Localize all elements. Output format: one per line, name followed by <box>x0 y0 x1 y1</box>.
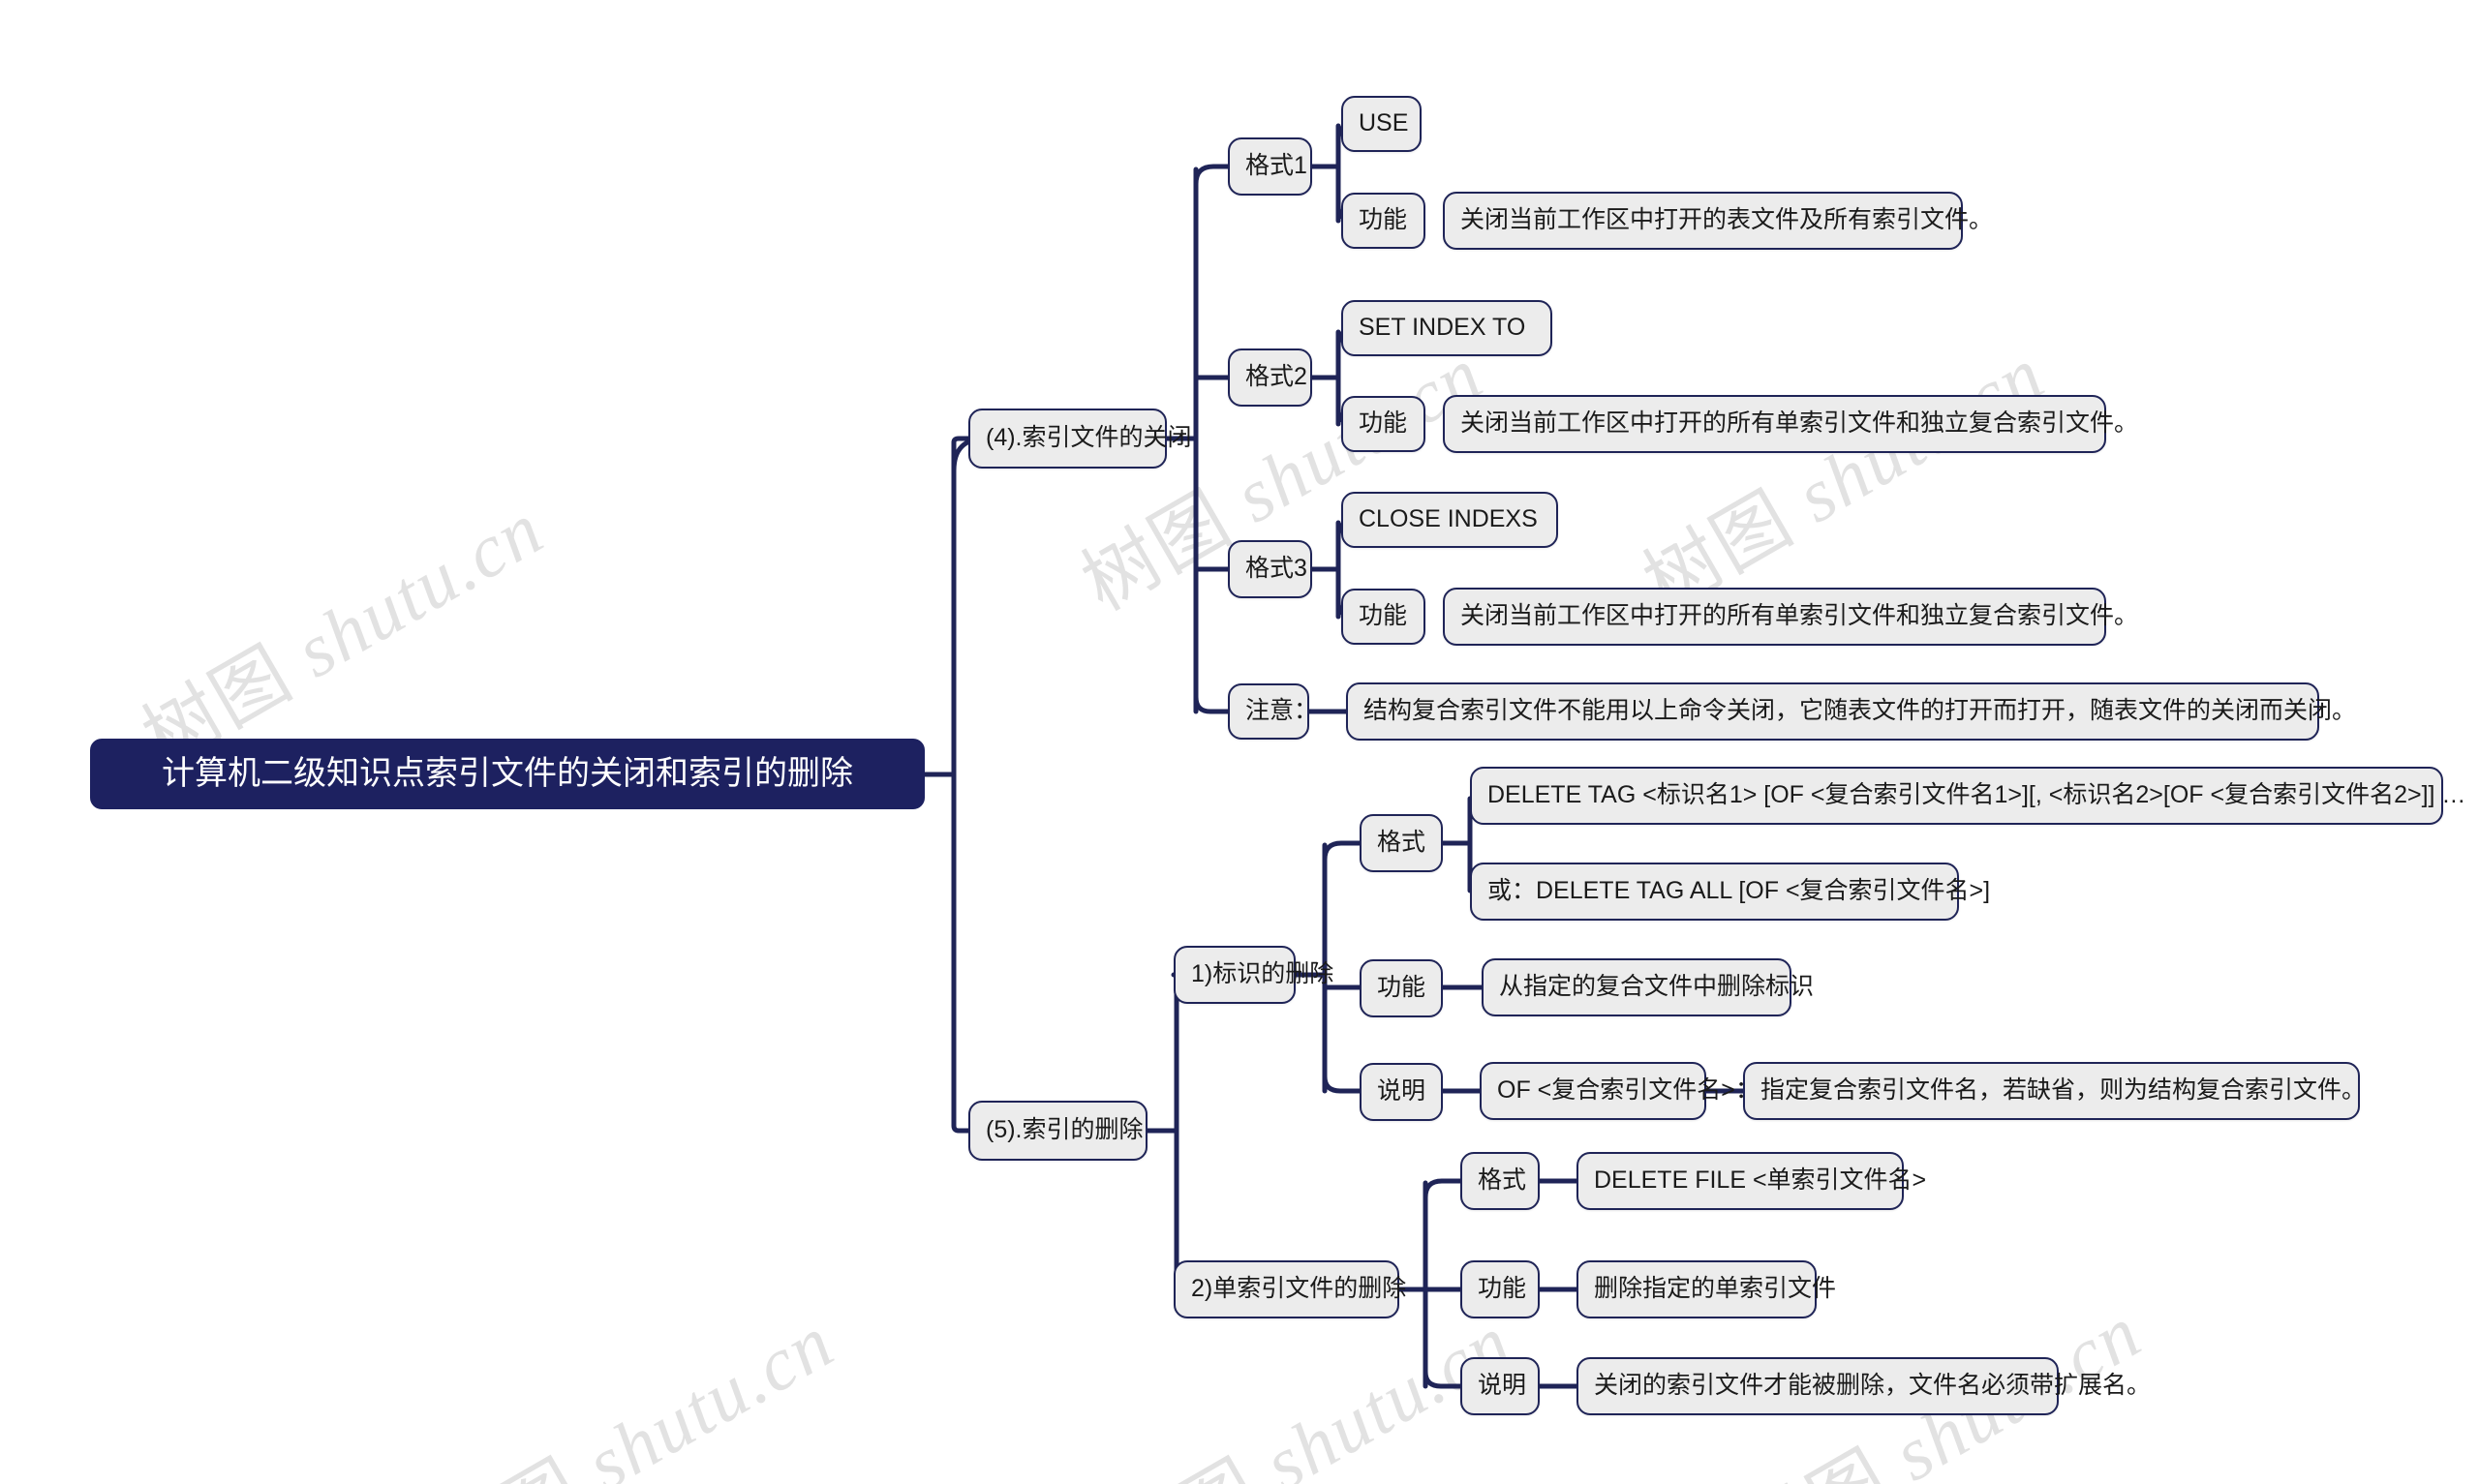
node-label: 功能 <box>1478 1275 1527 1303</box>
node-label: 功能 <box>1359 409 1408 438</box>
node-label: 或：DELETE TAG ALL [OF <复合索引文件名>] <box>1487 877 1991 905</box>
node-label: 格式3 <box>1245 555 1307 583</box>
node-single-index-note[interactable]: 说明 <box>1460 1357 1540 1415</box>
watermark: 树图 shutu.cn <box>411 1283 850 1484</box>
node-label: 说明 <box>1478 1372 1527 1400</box>
node-tag-delete-function-text[interactable]: 从指定的复合文件中删除标识 <box>1482 958 1814 1016</box>
watermark-cjk: 树图 <box>1097 1443 1275 1484</box>
node-single-index-delete[interactable]: 2)单索引文件的删除 <box>1174 1260 1406 1318</box>
node-of-clause-key[interactable]: OF <复合索引文件名>： <box>1480 1062 1760 1120</box>
watermark-cjk: 树图 <box>1068 474 1246 628</box>
root-node-label: 计算机二级知识点索引文件的关闭和索引的删除 <box>162 754 853 792</box>
node-format-1[interactable]: 格式1 <box>1228 137 1312 196</box>
node-format-3[interactable]: 格式3 <box>1228 540 1312 598</box>
node-label: 1)标识的删除 <box>1191 960 1334 988</box>
node-label: DELETE TAG <标识名1> [OF <复合索引文件名1>][, <标识名… <box>1487 781 2466 809</box>
watermark-latin: shutu.cn <box>263 485 558 704</box>
branch-node-index-file-close[interactable]: (4).索引文件的关闭 <box>968 409 1192 469</box>
node-single-index-function[interactable]: 功能 <box>1460 1260 1540 1318</box>
node-label: USE <box>1359 109 1409 137</box>
watermark-cjk: 树图 <box>1727 1434 1905 1484</box>
node-of-clause-value[interactable]: 指定复合索引文件名，若缺省，则为结构复合索引文件。 <box>1743 1062 2366 1120</box>
link-b51-to-note <box>1322 1074 1362 1094</box>
node-single-index-format[interactable]: 格式 <box>1460 1152 1540 1210</box>
branch-label: (4).索引文件的关闭 <box>986 424 1192 452</box>
node-delete-tag-syntax[interactable]: DELETE TAG <标识名1> [OF <复合索引文件名1>][, <标识名… <box>1470 767 2465 825</box>
node-function-2[interactable]: 功能 <box>1341 396 1425 452</box>
node-function-2-text[interactable]: 关闭当前工作区中打开的所有单索引文件和独立复合索引文件。 <box>1443 395 2138 453</box>
link-b52-to-fmt <box>1423 1178 1463 1200</box>
node-tag-delete-note[interactable]: 说明 <box>1360 1063 1443 1121</box>
mindmap-canvas: 树图 shutu.cn 树图 shutu.cn 树图 shutu.cn 树图 s… <box>0 0 2479 1484</box>
node-label: 关闭当前工作区中打开的表文件及所有索引文件。 <box>1460 206 1994 234</box>
node-delete-tag-all-syntax[interactable]: 或：DELETE TAG ALL [OF <复合索引文件名>] <box>1470 863 1990 921</box>
node-label: 注意： <box>1245 697 1319 725</box>
branch-label: (5).索引的删除 <box>986 1116 1144 1144</box>
node-function-3[interactable]: 功能 <box>1341 589 1425 645</box>
root-node[interactable]: 计算机二级知识点索引文件的关闭和索引的删除 <box>90 739 925 809</box>
node-function-3-text[interactable]: 关闭当前工作区中打开的所有单索引文件和独立复合索引文件。 <box>1443 588 2138 646</box>
node-set-index-to-command[interactable]: SET INDEX TO <box>1341 300 1552 356</box>
node-label: 关闭当前工作区中打开的所有单索引文件和独立复合索引文件。 <box>1460 602 2139 630</box>
node-single-index-note-text[interactable]: 关闭的索引文件才能被删除，文件名必须带扩展名。 <box>1576 1357 2151 1415</box>
node-label: 说明 <box>1377 1077 1426 1105</box>
node-label: 格式2 <box>1245 363 1307 391</box>
node-format-2[interactable]: 格式2 <box>1228 348 1312 407</box>
node-label: 功能 <box>1359 602 1408 630</box>
node-label: 结构复合索引文件不能用以上命令关闭，它随表文件的打开而打开，随表文件的关闭而关闭… <box>1363 697 2357 725</box>
node-label: CLOSE INDEXS <box>1359 505 1538 533</box>
link-b4-to-note <box>1193 694 1231 714</box>
node-label: 格式 <box>1377 829 1426 857</box>
node-label: 删除指定的单索引文件 <box>1594 1275 1837 1303</box>
node-label: 功能 <box>1377 974 1426 1002</box>
link-b52-to-note <box>1423 1369 1463 1389</box>
node-use-command[interactable]: USE <box>1341 96 1422 152</box>
node-label: 2)单索引文件的删除 <box>1191 1275 1407 1303</box>
node-function-1[interactable]: 功能 <box>1341 193 1425 249</box>
node-note-label[interactable]: 注意： <box>1228 683 1318 740</box>
link-b4-to-f1 <box>1193 164 1231 187</box>
watermark: 树图 shutu.cn <box>1621 315 2061 631</box>
watermark-latin: shutu.cn <box>554 1298 848 1484</box>
watermark-cjk: 树图 <box>419 1443 597 1484</box>
node-label: 格式1 <box>1245 152 1307 180</box>
node-label: 关闭的索引文件才能被删除，文件名必须带扩展名。 <box>1594 1372 2152 1400</box>
node-label: 关闭当前工作区中打开的所有单索引文件和独立复合索引文件。 <box>1460 409 2139 438</box>
node-label: 功能 <box>1359 206 1408 234</box>
link-b51-to-fmt <box>1322 840 1362 863</box>
node-tag-delete-function[interactable]: 功能 <box>1360 959 1443 1017</box>
node-label: OF <复合索引文件名>： <box>1497 1076 1760 1105</box>
node-label: 从指定的复合文件中删除标识 <box>1499 973 1815 1001</box>
node-note-text[interactable]: 结构复合索引文件不能用以上命令关闭，它随表文件的打开而打开，随表文件的关闭而关闭… <box>1346 682 2356 741</box>
node-label: SET INDEX TO <box>1359 314 1526 342</box>
node-close-indexs-command[interactable]: CLOSE INDEXS <box>1341 492 1558 548</box>
node-delete-file-syntax[interactable]: DELETE FILE <单索引文件名> <box>1576 1152 1926 1210</box>
node-tag-delete-format[interactable]: 格式 <box>1360 814 1443 872</box>
node-label: DELETE FILE <单索引文件名> <box>1594 1166 1927 1195</box>
node-single-index-function-text[interactable]: 删除指定的单索引文件 <box>1576 1260 1836 1318</box>
node-label: 指定复合索引文件名，若缺省，则为结构复合索引文件。 <box>1760 1076 2367 1105</box>
branch-node-index-delete[interactable]: (5).索引的删除 <box>968 1101 1148 1161</box>
node-label: 格式 <box>1478 1166 1527 1195</box>
node-function-1-text[interactable]: 关闭当前工作区中打开的表文件及所有索引文件。 <box>1443 192 1993 250</box>
node-tag-delete[interactable]: 1)标识的删除 <box>1174 946 1333 1004</box>
